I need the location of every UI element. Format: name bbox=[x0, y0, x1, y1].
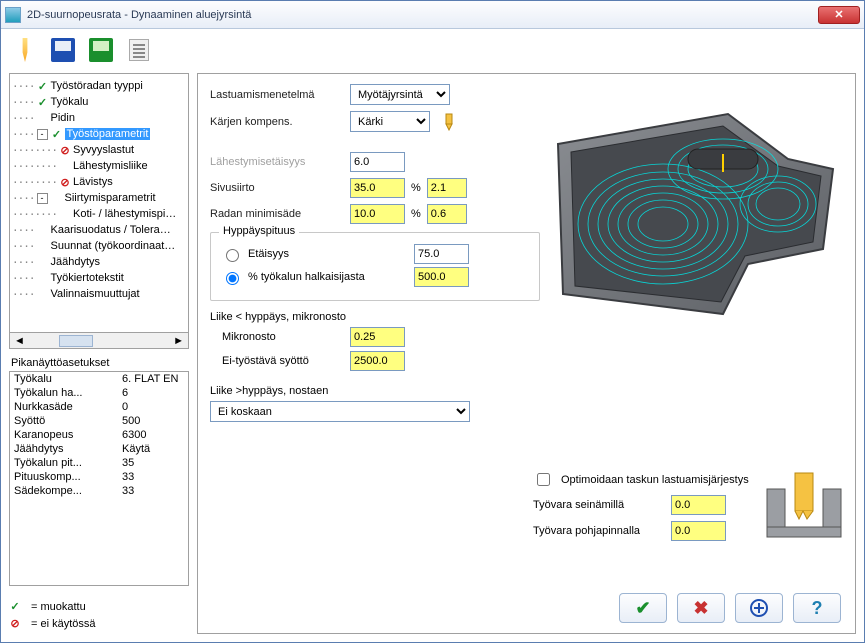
jump-distance-input[interactable] bbox=[414, 244, 469, 264]
save-icon[interactable] bbox=[49, 36, 77, 64]
tree-item[interactable]: ····✓Työstöradan tyyppi bbox=[12, 78, 186, 94]
add-button[interactable] bbox=[735, 593, 783, 623]
minrad-label: Radan minimisäde bbox=[210, 208, 340, 220]
quickview-row: JäähdytysKäytä bbox=[10, 442, 188, 456]
pct-sign: % bbox=[411, 182, 421, 194]
titlebar: 2D-suurnopeusrata - Dynaaminen aluejyrsi… bbox=[1, 1, 864, 29]
jump-distance-radio[interactable] bbox=[226, 249, 239, 262]
quickview-row: Pituuskomp...33 bbox=[10, 470, 188, 484]
close-button[interactable]: ✕ bbox=[818, 6, 860, 24]
toolbar bbox=[1, 29, 864, 71]
minrad-abs-input[interactable] bbox=[427, 204, 467, 224]
ok-button[interactable]: ✔ bbox=[619, 593, 667, 623]
tree-item[interactable]: ········Koti- / lähestymispi… bbox=[12, 206, 186, 222]
method-select[interactable]: Myötäjyrsintä bbox=[350, 84, 450, 105]
tree-item[interactable]: ····✓Työkalu bbox=[12, 94, 186, 110]
legend-modified: = muokattu bbox=[31, 601, 86, 613]
jump-group-title: Hyppäyspituus bbox=[219, 225, 299, 237]
floor-stock-label: Työvara pohjapinnalla bbox=[533, 525, 663, 537]
jump-group: Hyppäyspituus Etäisyys % työkalun halkai… bbox=[210, 232, 540, 301]
lift-section: Liike >hyppäys, nostaen Ei koskaan bbox=[210, 385, 843, 422]
app-icon bbox=[5, 7, 21, 23]
pct-sign: % bbox=[411, 208, 421, 220]
quickview-panel: Työkalu6. FLAT ENTyökalun ha...6Nurkkasä… bbox=[9, 371, 189, 586]
endmill-icon bbox=[440, 113, 458, 131]
jump-pct-radio[interactable] bbox=[226, 272, 239, 285]
approach-input[interactable] bbox=[350, 152, 405, 172]
tree-item[interactable]: ········⊘Lävistys bbox=[12, 174, 186, 190]
quickview-row: Syöttö500 bbox=[10, 414, 188, 428]
microlift-title: Liike < hyppäys, mikronosto bbox=[210, 311, 540, 323]
method-label: Lastuamismenetelmä bbox=[210, 89, 340, 101]
lift-label: Liike >hyppäys, nostaen bbox=[210, 385, 843, 397]
tree-item[interactable]: ····Pidin bbox=[12, 110, 186, 126]
quickview-row: Sädekompe...33 bbox=[10, 484, 188, 498]
check-icon: ✓ bbox=[9, 600, 21, 613]
save-alt-icon[interactable] bbox=[87, 36, 115, 64]
tool-icon[interactable] bbox=[11, 36, 39, 64]
tree-item[interactable]: ····-Siirtymisparametrit bbox=[12, 190, 186, 206]
toolpath-preview bbox=[533, 84, 843, 344]
parameter-panel: Lastuamismenetelmä Myötäjyrsintä Kärjen … bbox=[197, 73, 856, 634]
tree-item[interactable]: ········⊘Syvyyslastut bbox=[12, 142, 186, 158]
help-button[interactable]: ? bbox=[793, 593, 841, 623]
stepover-label: Sivusiirto bbox=[210, 182, 340, 194]
comp-label: Kärjen kompens. bbox=[210, 116, 340, 128]
quickview-row: Työkalun pit...35 bbox=[10, 456, 188, 470]
nonwork-label: Ei-työstävä syöttö bbox=[210, 355, 340, 367]
wall-stock-input[interactable] bbox=[671, 495, 726, 515]
quickview-row: Nurkkasäde0 bbox=[10, 400, 188, 414]
tree-item[interactable]: ····Suunnat (työkoordinaat… bbox=[12, 238, 186, 254]
minrad-pct-input[interactable] bbox=[350, 204, 405, 224]
nonwork-input[interactable] bbox=[350, 351, 405, 371]
jump-pct-input[interactable] bbox=[414, 267, 469, 287]
tree-item[interactable]: ····Jäähdytys bbox=[12, 254, 186, 270]
wall-stock-label: Työvara seinämillä bbox=[533, 499, 663, 511]
list-icon[interactable] bbox=[125, 36, 153, 64]
microlift-label: Mikronosto bbox=[210, 331, 340, 343]
stepover-pct-input[interactable] bbox=[350, 178, 405, 198]
tree-item[interactable]: ····Työkiertotekstit bbox=[12, 270, 186, 286]
approach-label: Lähestymisetäisyys bbox=[210, 156, 340, 168]
optimize-label: Optimoidaan taskun lastuamisjärjestys bbox=[561, 474, 749, 486]
quickview-title: Pikanäyttöasetukset bbox=[11, 357, 189, 369]
tree-item[interactable]: ····Kaarisuodatus / Tolera… bbox=[12, 222, 186, 238]
legend: ✓ = muokattu ⊘ = ei käytössä bbox=[9, 596, 189, 634]
forbid-icon: ⊘ bbox=[9, 617, 21, 630]
tree-scrollbar[interactable]: ◄► bbox=[9, 333, 189, 349]
optimize-checkbox[interactable] bbox=[537, 473, 550, 486]
comp-select[interactable]: Kärki bbox=[350, 111, 430, 132]
microlift-input[interactable] bbox=[350, 327, 405, 347]
window-title: 2D-suurnopeusrata - Dynaaminen aluejyrsi… bbox=[27, 9, 818, 21]
jump-distance-label: Etäisyys bbox=[248, 248, 408, 260]
quickview-row: Työkalu6. FLAT EN bbox=[10, 372, 188, 386]
pocket-icon bbox=[765, 469, 843, 539]
quickview-row: Työkalun ha...6 bbox=[10, 386, 188, 400]
cancel-button[interactable]: ✖ bbox=[677, 593, 725, 623]
quickview-row: Karanopeus6300 bbox=[10, 428, 188, 442]
floor-stock-input[interactable] bbox=[671, 521, 726, 541]
microlift-group: Liike < hyppäys, mikronosto Mikronosto E… bbox=[210, 311, 540, 371]
tree-item[interactable]: ····-✓Työstöparametrit bbox=[12, 126, 186, 142]
lift-select[interactable]: Ei koskaan bbox=[210, 401, 470, 422]
dialog-buttons: ✔ ✖ ? bbox=[619, 593, 841, 623]
tree-item[interactable]: ········Lähestymisliike bbox=[12, 158, 186, 174]
stepover-abs-input[interactable] bbox=[427, 178, 467, 198]
jump-pct-label: % työkalun halkaisijasta bbox=[248, 271, 408, 283]
dialog-window: 2D-suurnopeusrata - Dynaaminen aluejyrsi… bbox=[0, 0, 865, 643]
tree-item[interactable]: ····Valinnaismuuttujat bbox=[12, 286, 186, 302]
legend-disabled: = ei käytössä bbox=[31, 618, 96, 630]
parameter-tree[interactable]: ····✓Työstöradan tyyppi····✓Työkalu····P… bbox=[9, 73, 189, 333]
